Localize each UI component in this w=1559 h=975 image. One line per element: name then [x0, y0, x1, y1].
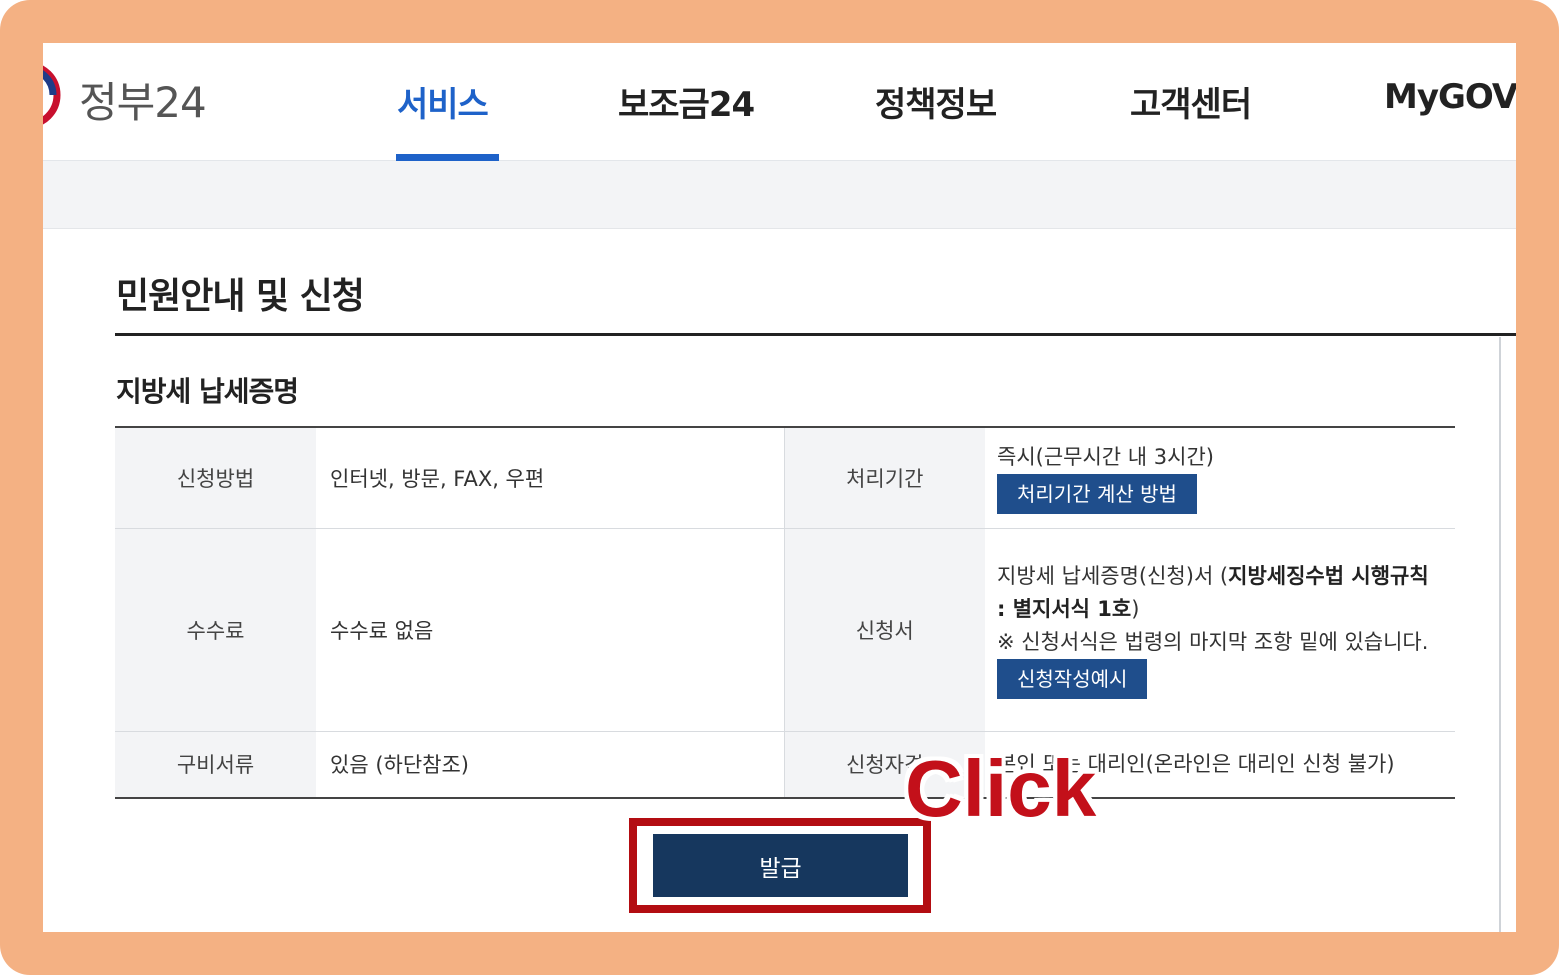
gov-logo-icon	[43, 65, 61, 125]
label-required-documents: 구비서류	[115, 731, 316, 798]
value-application-form: 지방세 납세증명(신청)서 (지방세징수법 시행규칙 : 별지서식 1호)	[997, 560, 1443, 626]
service-info-table: 신청방법 인터넷, 방문, FAX, 우편 처리기간 즉시(근무시간 내 3시간…	[115, 426, 1455, 799]
label-application-form: 신청서	[784, 528, 985, 732]
form-location-note: ※ 신청서식은 법령의 마지막 조항 밑에 있습니다.	[997, 630, 1429, 654]
form-name-text: 지방세 납세증명(신청)서 (	[997, 564, 1229, 588]
form-name-close: )	[1131, 597, 1140, 621]
table-row: 수수료 수수료 없음 신청서 지방세 납세증명(신청)서 (지방세징수법 시행규…	[115, 528, 1455, 732]
value-required-documents: 있음 (하단참조)	[316, 731, 785, 798]
section-title: 지방세 납세증명	[116, 375, 299, 408]
issue-button[interactable]: 발급	[653, 834, 908, 897]
table-row: 구비서류 있음 (하단참조) 신청자격 본인 또는 대리인(온라인은 대리인 신…	[115, 731, 1455, 798]
page-title: 민원안내 및 신청	[116, 276, 365, 317]
site-logo-text[interactable]: 정부24	[79, 69, 207, 130]
subheader-band	[43, 161, 1516, 229]
table-row: 신청방법 인터넷, 방문, FAX, 우편 처리기간 즉시(근무시간 내 3시간…	[115, 427, 1455, 529]
click-annotation: Click	[905, 744, 1097, 833]
label-application-method: 신청방법	[115, 427, 316, 529]
cell-application-form: 지방세 납세증명(신청)서 (지방세징수법 시행규칙 : 별지서식 1호) ※ …	[985, 528, 1455, 732]
value-fee: 수수료 없음	[316, 528, 785, 732]
form-example-button[interactable]: 신청작성예시	[997, 659, 1148, 699]
cell-processing-period: 즉시(근무시간 내 3시간) 처리기간 계산 방법	[985, 427, 1455, 529]
processing-period-calc-button[interactable]: 처리기간 계산 방법	[997, 474, 1197, 515]
value-processing-period: 즉시(근무시간 내 3시간)	[997, 445, 1214, 470]
nav-item-policy-info[interactable]: 정책정보	[875, 77, 997, 126]
nav-item-services[interactable]: 서비스	[397, 77, 489, 126]
site-header: 정부24 서비스 보조금24 정책정보 고객센터 MyGOV	[43, 43, 1516, 162]
nav-item-mygov[interactable]: MyGOV	[1384, 77, 1516, 117]
browser-viewport: 정부24 서비스 보조금24 정책정보 고객센터 MyGOV 민원안내 및 신청…	[43, 43, 1516, 932]
nav-item-customer-center[interactable]: 고객센터	[1130, 77, 1252, 126]
value-application-method: 인터넷, 방문, FAX, 우편	[316, 427, 785, 529]
content-side-border	[1499, 337, 1501, 932]
nav-item-subsidy24[interactable]: 보조금24	[618, 77, 755, 126]
label-processing-period: 처리기간	[784, 427, 985, 529]
label-fee: 수수료	[115, 528, 316, 732]
title-divider	[115, 333, 1516, 336]
